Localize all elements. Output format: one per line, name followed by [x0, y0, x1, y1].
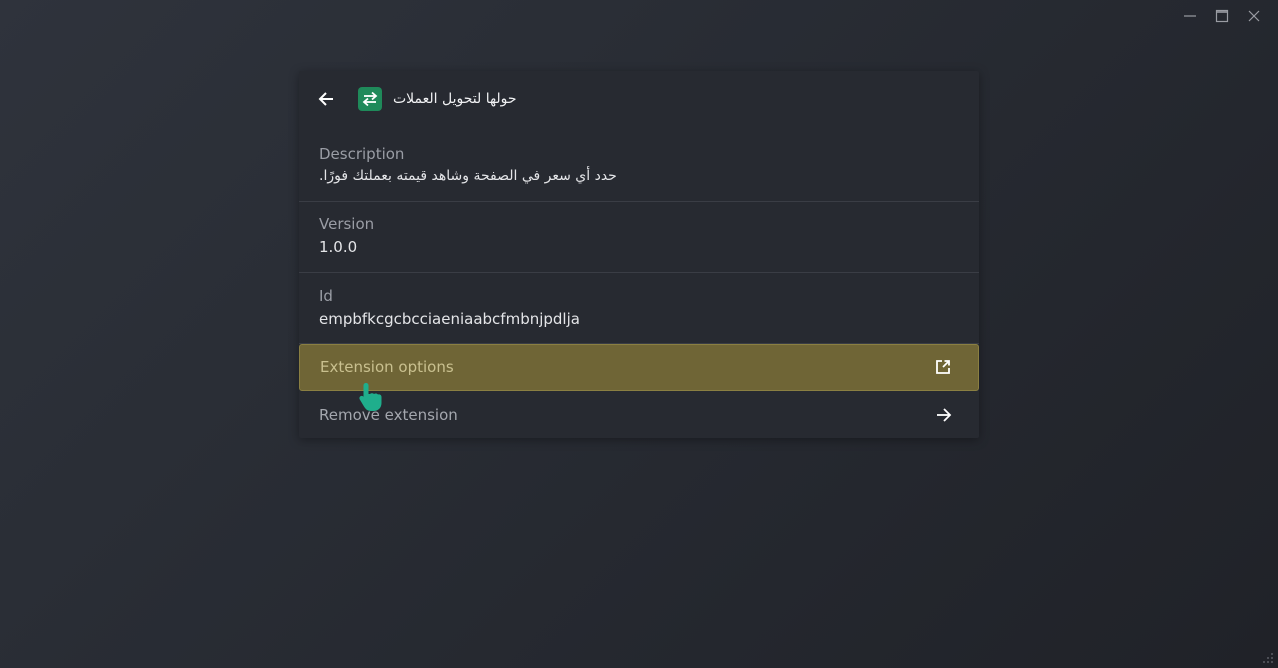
- panel-header: حولها لتحويل العملات: [299, 71, 979, 127]
- description-section: Description حدد أي سعر في الصفحة وشاهد ق…: [299, 127, 979, 202]
- version-value: 1.0.0: [319, 238, 358, 256]
- version-label: Version: [319, 215, 375, 233]
- id-section: Id empbfkcgcbcciaeniaabcfmbnjpdlja: [299, 273, 979, 344]
- remove-extension-button[interactable]: Remove extension: [299, 392, 979, 439]
- close-button[interactable]: [1240, 6, 1268, 26]
- minimize-button[interactable]: [1176, 6, 1204, 26]
- description-value: حدد أي سعر في الصفحة وشاهد قيمته بعملتك …: [319, 168, 617, 184]
- app-icon: [358, 87, 382, 111]
- id-value: empbfkcgcbcciaeniaabcfmbnjpdlja: [319, 310, 580, 328]
- version-section: Version 1.0.0: [299, 202, 979, 273]
- minimize-icon: [1184, 15, 1196, 17]
- extension-options-button[interactable]: Extension options: [299, 344, 979, 391]
- hand-cursor-icon: [359, 383, 382, 411]
- maximize-button[interactable]: [1208, 6, 1236, 26]
- extension-details-panel: حولها لتحويل العملات Description حدد أي …: [299, 71, 979, 438]
- back-button[interactable]: [315, 88, 337, 110]
- resize-grip-icon[interactable]: [1262, 652, 1274, 664]
- external-link-icon: [934, 358, 952, 376]
- back-arrow-icon: [318, 92, 333, 106]
- window-controls: [1176, 6, 1268, 26]
- description-label: Description: [319, 145, 405, 163]
- close-icon: [1248, 10, 1260, 22]
- extension-title: حولها لتحويل العملات: [393, 91, 517, 107]
- swap-arrows-icon: [362, 91, 378, 107]
- arrow-right-icon: [935, 406, 953, 424]
- maximize-icon: [1215, 9, 1229, 23]
- id-label: Id: [319, 287, 333, 305]
- extension-options-label: Extension options: [320, 358, 454, 376]
